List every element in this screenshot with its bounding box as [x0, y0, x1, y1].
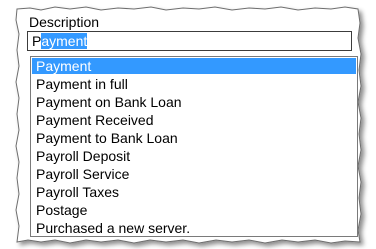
autocomplete-dropdown[interactable]: Payment Payment in full Payment on Bank … — [30, 56, 358, 237]
dropdown-option[interactable]: Payment in full — [32, 76, 356, 92]
input-text-unselected: P — [32, 33, 42, 49]
dropdown-option[interactable]: Payroll Deposit — [32, 148, 356, 164]
dropdown-option[interactable]: Payment to Bank Loan — [32, 130, 356, 146]
input-text-selected: ayment — [41, 33, 88, 49]
dropdown-option[interactable]: Payment Received — [32, 112, 356, 128]
dropdown-option[interactable]: Purchased a new server. — [32, 220, 356, 236]
dropdown-option[interactable]: Payment — [32, 58, 356, 74]
description-input[interactable]: Payment — [27, 31, 352, 51]
dropdown-option[interactable]: Postage — [32, 202, 356, 218]
dropdown-option[interactable]: Payment on Bank Loan — [32, 94, 356, 110]
dropdown-option[interactable]: Payroll Taxes — [32, 184, 356, 200]
dropdown-option[interactable]: Payroll Service — [32, 166, 356, 182]
description-label: Description — [29, 14, 100, 30]
